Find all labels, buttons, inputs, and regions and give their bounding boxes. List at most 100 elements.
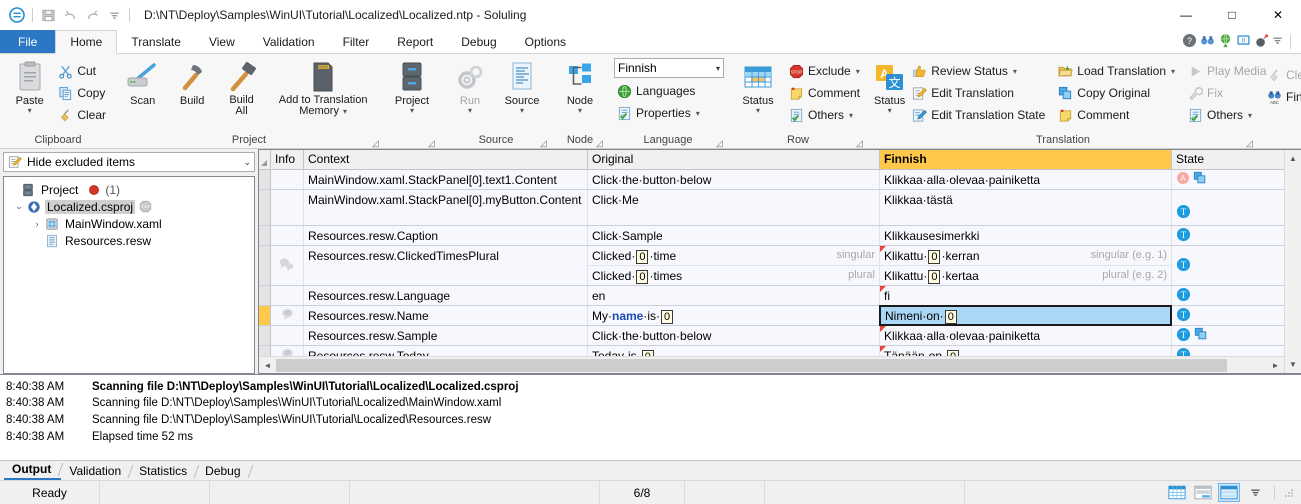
edit-translation-state-button[interactable]: Edit Translation State	[907, 104, 1049, 126]
cell-context[interactable]: Resources.resw.Language	[304, 286, 588, 305]
tab-file[interactable]: File	[0, 30, 56, 53]
table-row[interactable]: Resources.resw.Caption Click·Sample Klik…	[259, 226, 1284, 246]
scan-button[interactable]: Scan	[118, 58, 167, 110]
row-header[interactable]	[259, 306, 271, 325]
plural-original-plural[interactable]: Clicked· 0 ·times plural	[588, 266, 879, 285]
chevron-down-icon[interactable]: ▾	[716, 64, 720, 73]
cell-context[interactable]: MainWindow.xaml.StackPanel[0].text1.Cont…	[304, 170, 588, 189]
table-row[interactable]: MainWindow.xaml.StackPanel[0].myButton.C…	[259, 190, 1284, 226]
project-tree[interactable]: Project (1) ⌄ Localized.csproj STOP › Ma…	[3, 176, 255, 374]
project-button[interactable]: Project ▾	[388, 58, 436, 117]
clear-button[interactable]: Clear	[53, 104, 110, 126]
node-caret-icon[interactable]: ▾	[578, 107, 582, 115]
cell-translation[interactable]: Klikkaa·tästä	[880, 190, 1172, 225]
cell-context[interactable]: MainWindow.xaml.StackPanel[0].myButton.C…	[304, 190, 588, 225]
bottom-tab-statistics[interactable]: Statistics	[131, 463, 197, 480]
scroll-up-arrow-icon[interactable]: ▲	[1285, 150, 1301, 167]
build-button[interactable]: Build	[167, 58, 216, 110]
maximize-button[interactable]: □	[1209, 0, 1255, 30]
grid-horizontal-scrollbar[interactable]: ◄ ►	[259, 356, 1284, 373]
save-icon[interactable]	[37, 4, 59, 26]
load-translation-button[interactable]: Load Translation ▾	[1053, 60, 1179, 82]
tree-item-project[interactable]: Project (1)	[6, 181, 252, 198]
load-translation-caret-icon[interactable]: ▾	[1171, 67, 1175, 76]
paste-button[interactable]: Paste ▾	[6, 58, 53, 117]
form-view-icon[interactable]	[1218, 483, 1240, 502]
cell-translation[interactable]: Klikkaa·alla·olevaa·painiketta	[880, 170, 1172, 189]
row-header[interactable]	[259, 286, 271, 305]
grid-select-all-corner[interactable]	[259, 150, 271, 169]
copy-button[interactable]: Copy	[53, 82, 110, 104]
cell-state[interactable]: T	[1172, 286, 1250, 305]
languages-button[interactable]: Languages	[612, 80, 724, 102]
tab-view[interactable]: View	[195, 30, 249, 53]
cell-original[interactable]: en	[588, 286, 880, 305]
translation-dialog-launcher[interactable]: ◿	[1246, 139, 1255, 148]
chevron-down-icon[interactable]: ⌄	[243, 157, 251, 168]
add-tm-caret-icon[interactable]: ▾	[343, 107, 347, 116]
cell-context[interactable]: Resources.resw.Sample	[304, 326, 588, 345]
cell-translation[interactable]: Klikattu· 0 ·kerran singular (e.g. 1) Klik…	[880, 246, 1172, 285]
tree-item-mainwindow-xaml[interactable]: › MainWindow.xaml	[6, 215, 252, 232]
project-dialog-launcher[interactable]: ◿	[372, 139, 381, 148]
cell-translation[interactable]: Nimeni·on· 0	[879, 305, 1172, 326]
cell-translation[interactable]: Tänään·on·0	[880, 346, 1172, 356]
cell-context[interactable]: Resources.resw.Caption	[304, 226, 588, 245]
tree-item-resources-resw[interactable]: Resources.resw	[6, 232, 252, 249]
add-to-translation-memory-button[interactable]: Add to Translation Memory ▾	[266, 58, 380, 120]
translation-grid[interactable]: Info Context Original Finnish State Main…	[259, 150, 1284, 373]
cell-original[interactable]: Clicked· 0 ·time singular Clicked· 0 ·times …	[588, 246, 880, 285]
translation-status-button[interactable]: A文 Status ▾	[872, 58, 907, 117]
tab-debug[interactable]: Debug	[447, 30, 510, 53]
tree-expander[interactable]: ›	[30, 219, 44, 229]
run-button[interactable]: Run ▾	[444, 58, 496, 117]
scroll-left-arrow-icon[interactable]: ◄	[259, 357, 276, 374]
row-dialog-launcher[interactable]: ◿	[856, 139, 865, 148]
column-header-finnish[interactable]: Finnish	[880, 150, 1172, 169]
row-header[interactable]	[259, 346, 271, 356]
exclude-caret-icon[interactable]: ▾	[856, 67, 860, 76]
row-header[interactable]	[259, 246, 271, 285]
plural-translation-plural[interactable]: Klikattu· 0 ·kertaa plural (e.g. 2)	[880, 266, 1171, 285]
edit-translation-button[interactable]: Edit Translation	[907, 82, 1049, 104]
soluling-icon[interactable]	[6, 4, 28, 26]
bottom-tab-debug[interactable]: Debug	[197, 463, 250, 480]
cell-translation[interactable]: fi	[880, 286, 1172, 305]
cell-original[interactable]: Click·Sample	[588, 226, 880, 245]
grid-view-icon[interactable]	[1166, 483, 1188, 502]
table-row[interactable]: Resources.resw.Language en fi T	[259, 286, 1284, 306]
row-header[interactable]	[259, 190, 271, 225]
row-comment-button[interactable]: Comment	[784, 82, 864, 104]
grid-vertical-scrollbar[interactable]: ▲ ▼	[1284, 150, 1301, 373]
node-dialog-launcher[interactable]: ◿	[596, 139, 605, 148]
paste-caret-icon[interactable]: ▾	[28, 107, 32, 115]
translation-comment-button[interactable]: Comment	[1053, 104, 1179, 126]
tree-expander[interactable]: ⌄	[12, 201, 26, 212]
binoculars-icon[interactable]	[1200, 33, 1215, 51]
cell-state[interactable]: T	[1172, 326, 1250, 345]
redo-icon[interactable]	[81, 4, 103, 26]
table-row[interactable]: Resources.resw.Today Today·is·0 Tänään·o…	[259, 346, 1284, 356]
vscroll-track[interactable]	[1284, 167, 1301, 356]
source-dialog-launcher[interactable]: ◿	[540, 139, 549, 148]
cell-state[interactable]: T	[1172, 190, 1250, 225]
view-mode-caret-icon[interactable]	[1244, 483, 1266, 502]
tab-options[interactable]: Options	[511, 30, 580, 53]
language-dialog-launcher[interactable]: ◿	[716, 139, 725, 148]
project2-dialog-launcher[interactable]: ◿	[428, 139, 437, 148]
source-button[interactable]: Source ▾	[496, 58, 548, 117]
ribbon-options-caret-icon[interactable]	[1272, 35, 1283, 49]
exclude-button[interactable]: STOP Exclude ▾	[784, 60, 864, 82]
cell-original[interactable]: Click·the·button·below	[588, 326, 880, 345]
help-icon[interactable]: ?	[1182, 33, 1197, 51]
cell-state[interactable]: T	[1172, 226, 1250, 245]
globe-pin-icon[interactable]	[1218, 33, 1233, 51]
cell-context[interactable]: Resources.resw.Name	[304, 306, 588, 325]
table-row[interactable]: Resources.resw.ClickedTimesPlural Clicke…	[259, 246, 1284, 286]
row-header[interactable]	[259, 326, 271, 345]
cell-original[interactable]: Click·the·button·below	[588, 170, 880, 189]
plural-translation-singular[interactable]: Klikattu· 0 ·kerran singular (e.g. 1)	[880, 246, 1171, 266]
row-header[interactable]	[259, 226, 271, 245]
hscroll-thumb[interactable]	[276, 358, 1228, 372]
language-select[interactable]: Finnish ▾	[614, 58, 724, 78]
